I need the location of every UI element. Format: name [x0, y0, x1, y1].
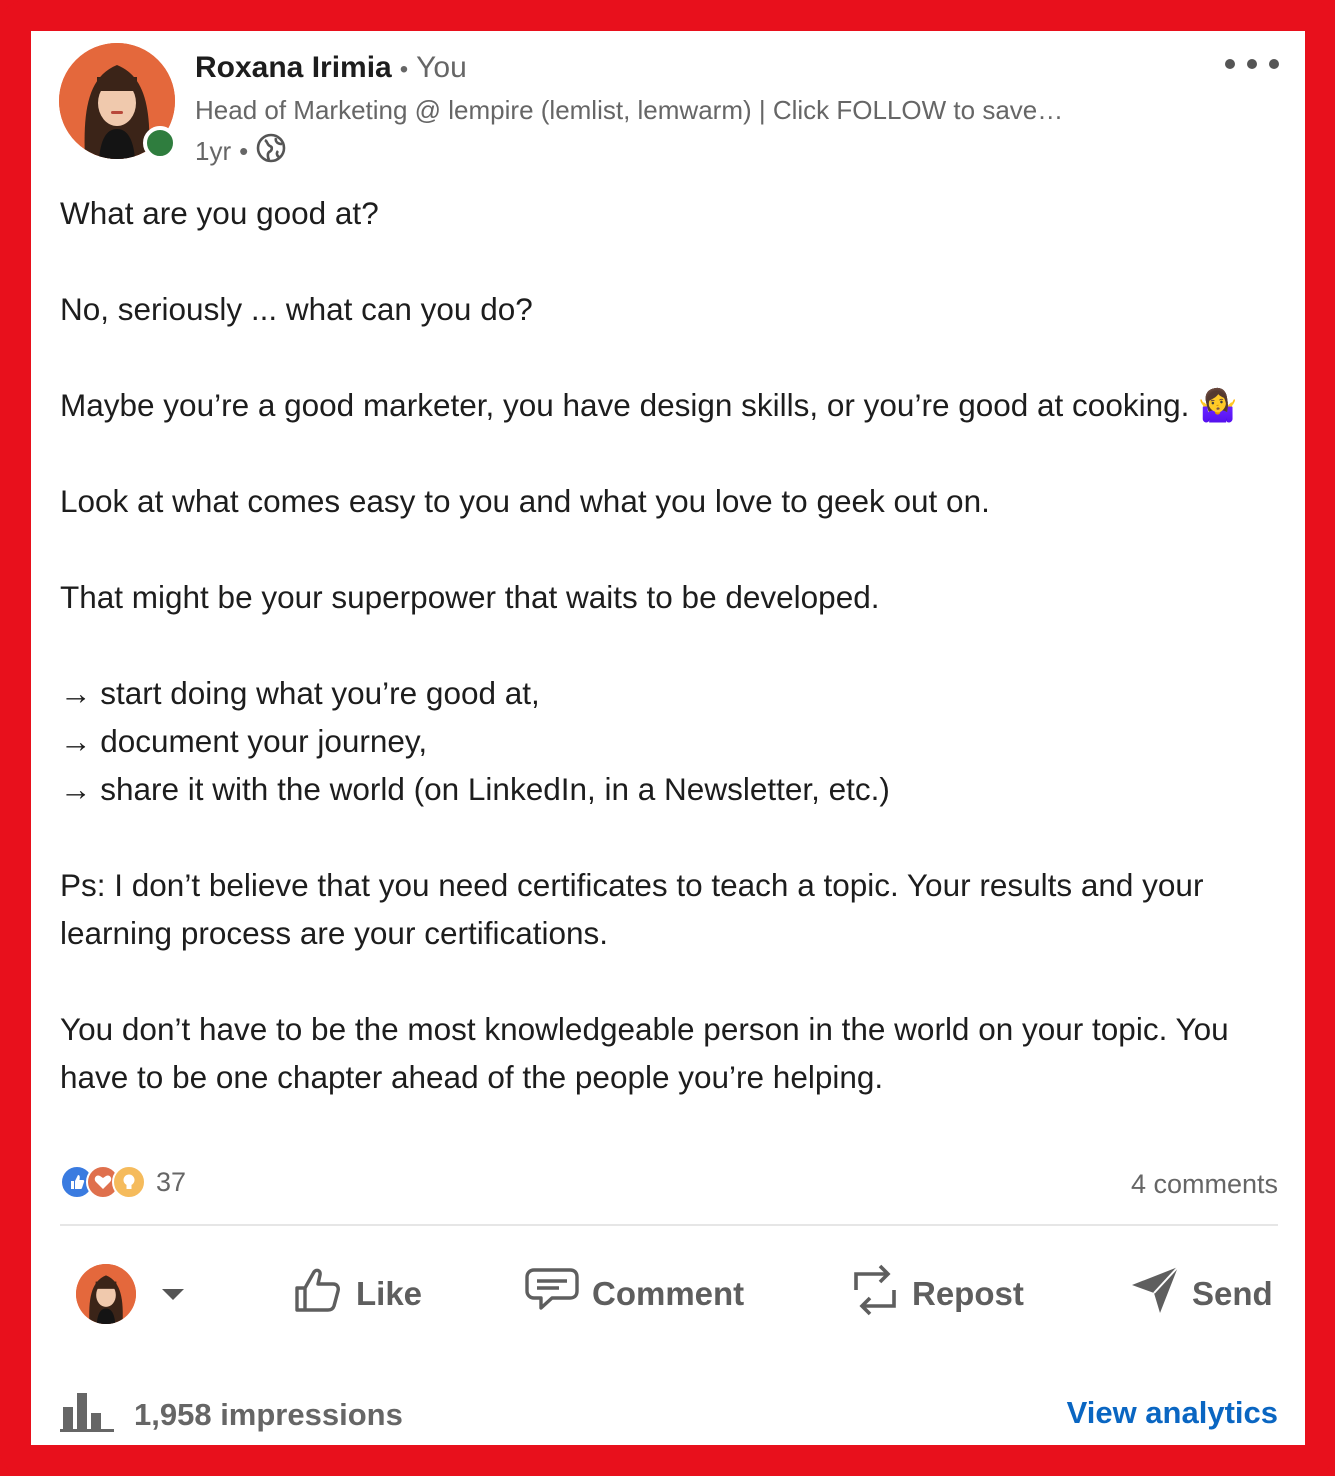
post-bullet: → share it with the world (on LinkedIn, … — [60, 771, 890, 807]
bar-chart-icon — [60, 1389, 114, 1441]
insightful-reaction-icon — [112, 1165, 146, 1199]
post-paragraph: Ps: I don’t believe that you need certif… — [60, 867, 1204, 951]
send-label: Send — [1192, 1275, 1273, 1312]
more-dot-icon — [1247, 59, 1257, 69]
author-separator: • — [399, 56, 409, 83]
like-button[interactable]: Like — [292, 1259, 422, 1329]
chevron-down-icon — [162, 1288, 184, 1300]
impressions-count: 1,958 impressions — [134, 1397, 403, 1432]
post-body: What are you good at? No, seriously ... … — [60, 189, 1280, 1101]
post-paragraph: What are you good at? — [60, 195, 379, 231]
analytics-footer: 1,958 impressions View analytics — [60, 1389, 1278, 1441]
action-bar: Like Comment Repost Send — [60, 1259, 1278, 1329]
comment-icon — [524, 1264, 580, 1324]
post-paragraph: Look at what comes easy to you and what … — [60, 483, 990, 519]
send-icon — [1130, 1263, 1180, 1325]
meta-separator: • — [239, 136, 249, 166]
post-paragraph: You don’t have to be the most knowledgea… — [60, 1011, 1229, 1095]
globe-icon — [256, 133, 286, 170]
comment-label: Comment — [592, 1275, 745, 1312]
post-paragraph: Maybe you’re a good marketer, you have d… — [60, 387, 1238, 423]
more-options-button[interactable] — [1225, 53, 1279, 75]
view-analytics-link[interactable]: View analytics — [1067, 1395, 1278, 1431]
post-meta: 1yr • — [195, 133, 286, 170]
repost-button[interactable]: Repost — [850, 1259, 1024, 1329]
author-relation: You — [416, 51, 467, 84]
post-card: Roxana Irimia • You Head of Marketing @ le… — [31, 31, 1305, 1445]
author-line: Roxana Irimia • You — [195, 51, 467, 85]
impressions: 1,958 impressions — [60, 1389, 403, 1441]
more-dot-icon — [1225, 59, 1235, 69]
online-status-dot — [143, 126, 177, 160]
author-avatar[interactable] — [59, 43, 177, 160]
post-paragraph: No, seriously ... what can you do? — [60, 291, 533, 327]
post-time: 1yr — [195, 136, 232, 166]
repost-label: Repost — [912, 1275, 1024, 1312]
social-counts: 37 4 comments — [60, 1165, 1278, 1205]
more-dot-icon — [1269, 59, 1279, 69]
comment-button[interactable]: Comment — [524, 1259, 744, 1329]
post-bullet: → start doing what you’re good at, — [60, 675, 540, 711]
like-label: Like — [356, 1275, 423, 1312]
repost-icon — [850, 1260, 900, 1328]
reaction-count: 37 — [156, 1166, 187, 1197]
author-headline: Head of Marketing @ lempire (lemlist, le… — [195, 95, 1064, 125]
author-name[interactable]: Roxana Irimia — [195, 51, 392, 84]
actor-avatar — [76, 1264, 136, 1324]
comments-count-link[interactable]: 4 comments — [1131, 1169, 1278, 1200]
thumbs-up-icon — [292, 1264, 344, 1324]
reaction-identity-selector[interactable] — [76, 1259, 184, 1329]
reactions-summary[interactable]: 37 — [60, 1165, 186, 1199]
post-paragraph: That might be your superpower that waits… — [60, 579, 880, 615]
send-button[interactable]: Send — [1130, 1259, 1273, 1329]
divider — [60, 1224, 1278, 1226]
post-bullet: → document your journey, — [60, 723, 428, 759]
